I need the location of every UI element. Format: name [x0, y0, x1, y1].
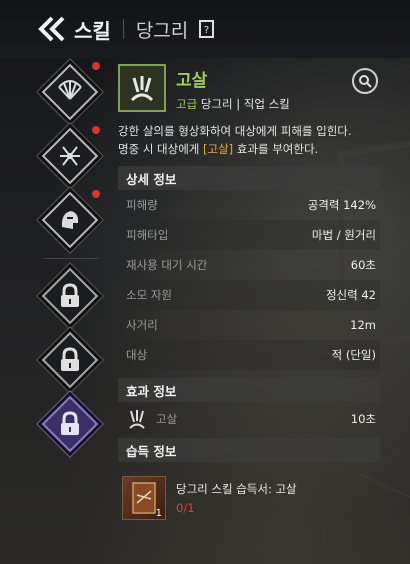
skill-slot-6[interactable]	[41, 395, 99, 453]
skill-class: 당그리	[200, 97, 233, 111]
back-arrow-icon[interactable]	[36, 16, 70, 42]
rune-sigil-icon	[42, 128, 98, 184]
skill-slot-5[interactable]	[41, 331, 99, 389]
item-stack-count: 1	[155, 508, 162, 519]
effect-row[interactable]: 고살 10초	[118, 402, 380, 436]
skill-type: 직업 스킬	[243, 97, 290, 111]
desc-line-1: 강한 살의를 형상화하여 대상에게 피해를 입힌다.	[118, 124, 352, 138]
detail-value: 정신력 42	[325, 288, 376, 302]
lock-icon	[42, 332, 98, 388]
detail-label: 소모 자원	[126, 288, 172, 302]
new-badge	[92, 62, 100, 70]
detail-value: 공격력 142%	[307, 198, 376, 212]
detail-row: 재사용 대기 시간 60초	[118, 250, 380, 280]
skill-slot-4[interactable]	[41, 267, 99, 325]
help-book-icon[interactable]: ?	[198, 19, 216, 39]
claw-effect-icon	[126, 407, 148, 431]
detail-value: 60초	[350, 258, 376, 272]
header-bar: 스킬 당그리 ?	[0, 0, 410, 58]
new-badge	[92, 190, 100, 198]
skill-slot-3[interactable]	[41, 190, 100, 249]
effect-name: 고살	[156, 412, 178, 426]
new-badge	[92, 126, 100, 134]
skill-slot-1[interactable]	[41, 62, 100, 121]
detail-row: 대상 적 (단일)	[118, 340, 380, 370]
acquire-item[interactable]: 1 당그리 스킬 습득서: 고살 0/1	[118, 476, 380, 520]
detail-label: 피해량	[126, 198, 158, 212]
skill-grade: 고급	[176, 97, 198, 111]
detail-row: 사거리 12m	[118, 310, 380, 340]
skill-book-icon: 1	[122, 476, 166, 520]
lock-icon	[42, 396, 98, 452]
zoom-search-button[interactable]	[352, 68, 378, 94]
search-icon	[359, 75, 372, 88]
skill-tags: 고급 당그리 | 직업 스킬	[176, 96, 290, 112]
effect-duration: 10초	[350, 412, 376, 426]
desc-line-2: 명중 시 대상에게 [고살] 효과를 부여한다.	[118, 142, 319, 156]
detail-value: 적 (단일)	[331, 348, 376, 362]
header-divider	[122, 19, 124, 39]
skill-header: 고살 고급 당그리 | 직업 스킬	[118, 64, 380, 116]
skill-claw-icon	[118, 64, 166, 112]
class-name: 당그리	[135, 19, 189, 42]
detail-label: 피해타입	[126, 228, 169, 242]
detail-label: 사거리	[126, 318, 158, 332]
effect-highlight: [고살]	[203, 142, 234, 156]
tag-separator: |	[236, 97, 241, 111]
acquire-item-name: 당그리 스킬 습득서: 고살	[176, 482, 297, 496]
acquire-owned-count: 0/1	[176, 501, 195, 515]
slot-divider	[44, 258, 98, 259]
skill-slot-list	[36, 58, 106, 564]
detail-row: 피해량 공격력 142%	[118, 190, 380, 220]
page-title: 스킬	[74, 18, 111, 43]
skill-name: 고살	[176, 71, 208, 91]
helmet-icon	[42, 192, 98, 248]
svg-text:?: ?	[204, 25, 209, 36]
lock-icon	[42, 268, 98, 324]
skill-detail-panel: 고살 고급 당그리 | 직업 스킬 강한 살의를 형상화하여 대상에게 피해를 …	[118, 64, 380, 520]
skill-slot-2[interactable]	[41, 126, 100, 185]
detail-value: 마법 / 원거리	[311, 228, 376, 242]
skill-description: 강한 살의를 형상화하여 대상에게 피해를 입힌다. 명중 시 대상에게 [고살…	[118, 122, 388, 158]
detail-row: 피해타입 마법 / 원거리	[118, 220, 380, 250]
detail-label: 대상	[126, 348, 148, 362]
fan-sigil-icon	[42, 64, 98, 120]
detail-section-heading: 상세 정보	[118, 166, 380, 190]
detail-value: 12m	[350, 318, 376, 332]
detail-row: 소모 자원 정신력 42	[118, 280, 380, 310]
acquire-section-heading: 습득 정보	[118, 438, 380, 462]
detail-label: 재사용 대기 시간	[126, 258, 208, 272]
detail-table: 피해량 공격력 142% 피해타입 마법 / 원거리재사용 대기 시간 60초소모 자원…	[118, 190, 380, 370]
effect-section-heading: 효과 정보	[118, 378, 380, 402]
